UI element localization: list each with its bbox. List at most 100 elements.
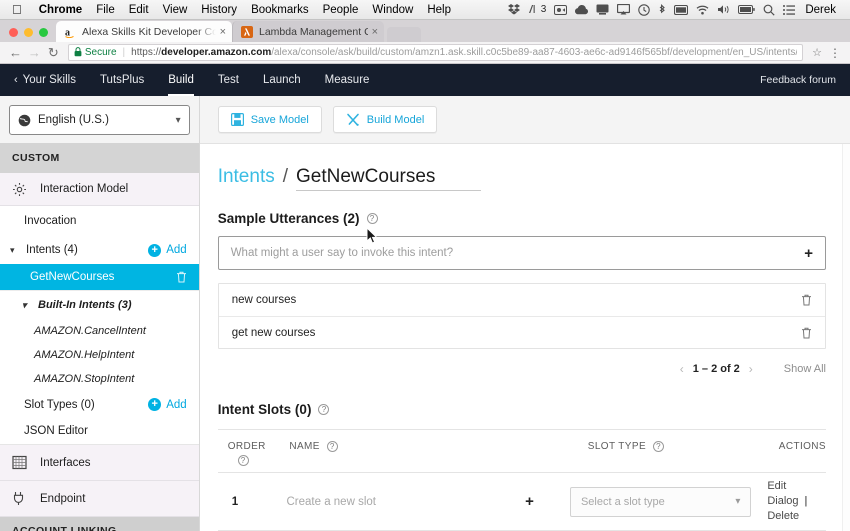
battery-icon[interactable]: [734, 5, 759, 14]
bluetooth-icon[interactable]: [654, 3, 670, 16]
display-icon[interactable]: [592, 4, 613, 15]
save-model-button[interactable]: Save Model: [217, 106, 322, 133]
add-intent-button[interactable]: + Add: [148, 243, 187, 257]
pager-next-button[interactable]: ›: [740, 362, 762, 376]
menu-user-name[interactable]: Derek: [799, 4, 844, 16]
help-icon[interactable]: ?: [366, 213, 378, 224]
sidebar-group-builtin-intents[interactable]: ▾ Built-In Intents (3): [0, 291, 199, 319]
help-icon[interactable]: ?: [653, 441, 665, 452]
back-button[interactable]: ←: [6, 45, 25, 60]
menu-people[interactable]: People: [316, 4, 366, 16]
keyboard-icon[interactable]: [670, 4, 692, 15]
close-tab-icon[interactable]: ×: [220, 26, 226, 38]
intent-name-field[interactable]: GetNewCourses: [296, 166, 482, 191]
sidebar-item-cancel-intent[interactable]: AMAZON.CancelIntent: [0, 319, 199, 343]
intent-slots-heading: Intent Slots (0) ?: [218, 402, 826, 417]
slot-type-select[interactable]: Select a slot type ▾: [569, 486, 752, 517]
utterance-input[interactable]: What might a user say to invoke this int…: [217, 236, 826, 270]
chevron-down-icon[interactable]: ▾: [22, 300, 31, 311]
reload-button[interactable]: ↻: [44, 45, 63, 61]
menu-help[interactable]: Help: [420, 4, 458, 16]
chevron-down-icon[interactable]: ▾: [10, 245, 19, 256]
add-slot-icon[interactable]: +: [525, 493, 534, 510]
minimize-window-button[interactable]: [24, 28, 33, 37]
feedback-forum-link[interactable]: Feedback forum: [760, 74, 850, 86]
volume-icon[interactable]: [713, 4, 734, 15]
browser-omnibox-bar: ← → ↻ Secure | https://developer.amazon.…: [0, 42, 850, 64]
slot-name-input[interactable]: Create a new slot +: [286, 493, 569, 510]
menu-history[interactable]: History: [194, 4, 244, 16]
sidebar-group-label: Built-In Intents (3): [38, 299, 132, 311]
tab-build[interactable]: Build: [156, 64, 206, 96]
delete-intent-icon[interactable]: [176, 271, 187, 283]
list-item[interactable]: get new courses: [218, 316, 825, 348]
breadcrumb-separator: /: [282, 166, 289, 187]
utterance-input-placeholder: What might a user say to invoke this int…: [230, 247, 454, 259]
spotlight-search-icon[interactable]: [759, 4, 779, 16]
notification-center-icon[interactable]: [779, 4, 799, 15]
sidebar-item-help-intent[interactable]: AMAZON.HelpIntent: [0, 343, 199, 367]
sidebar-item-json-editor[interactable]: JSON Editor: [0, 418, 199, 444]
column-slot-type-label: SLOT TYPE: [587, 441, 647, 452]
help-icon[interactable]: ?: [326, 441, 338, 452]
add-utterance-icon[interactable]: +: [804, 245, 813, 262]
delete-slot-link[interactable]: Delete: [767, 510, 799, 522]
intent-slots-table: ORDER ? NAME ? SLOT TYPE ? ACTIONS 1 Cre…: [217, 429, 826, 531]
dropbox-icon[interactable]: [504, 4, 524, 15]
airplay-icon[interactable]: [613, 4, 634, 15]
menu-bookmarks[interactable]: Bookmarks: [244, 4, 316, 16]
edit-dialog-link[interactable]: Edit Dialog: [767, 480, 798, 507]
sidebar-item-getnewcourses[interactable]: GetNewCourses: [0, 264, 199, 291]
menu-view[interactable]: View: [156, 4, 195, 16]
sidebar-item-stop-intent[interactable]: AMAZON.StopIntent: [0, 367, 199, 391]
browser-tab-inactive[interactable]: Lambda Management Console ×: [232, 21, 384, 42]
help-icon[interactable]: ?: [318, 404, 330, 415]
sidebar-item-interfaces[interactable]: Interfaces: [0, 445, 199, 481]
language-select[interactable]: English (U.S.) ▾: [9, 105, 190, 135]
breadcrumb-intents-link[interactable]: Intents: [218, 166, 275, 188]
menu-edit[interactable]: Edit: [122, 4, 156, 16]
interfaces-grid-icon: [12, 455, 32, 470]
sidebar-item-intents[interactable]: ▾ Intents (4) + Add: [0, 236, 199, 264]
nav-your-skills[interactable]: ‹ Your Skills: [10, 64, 88, 96]
star-icon[interactable]: ☆: [808, 46, 826, 59]
tab-measure[interactable]: Measure: [313, 64, 382, 96]
build-model-button[interactable]: Build Model: [332, 106, 438, 133]
new-tab-button[interactable]: [387, 27, 421, 42]
show-all-button[interactable]: Show All: [784, 363, 826, 375]
sidebar-item-invocation[interactable]: Invocation: [0, 206, 199, 236]
address-bar[interactable]: Secure | https://developer.amazon.com/al…: [67, 44, 804, 61]
tab-test[interactable]: Test: [206, 64, 251, 96]
close-tab-icon[interactable]: ×: [372, 26, 378, 38]
time-machine-icon[interactable]: [634, 3, 654, 16]
vertical-scrollbar[interactable]: [842, 144, 850, 531]
tab-launch[interactable]: Launch: [251, 64, 313, 96]
sidebar-item-endpoint[interactable]: Endpoint: [0, 481, 199, 517]
forward-button[interactable]: →: [25, 45, 44, 60]
sidebar-item-interaction-model[interactable]: Interaction Model: [0, 173, 199, 206]
little-snitch-icon[interactable]: 3: [524, 4, 551, 15]
alexa-top-nav: ‹ Your Skills TutsPlus Build Test Launch…: [0, 64, 850, 96]
apple-logo-icon[interactable]: : [12, 3, 22, 16]
menu-chrome[interactable]: Chrome: [32, 4, 89, 16]
nav-skill-name[interactable]: TutsPlus: [88, 64, 156, 96]
list-item[interactable]: new courses: [219, 284, 825, 316]
browser-tab-active[interactable]: a Alexa Skills Kit Developer Con ×: [56, 21, 232, 42]
menu-file[interactable]: File: [89, 4, 122, 16]
kebab-menu-icon[interactable]: ⋮: [826, 46, 844, 60]
help-icon[interactable]: ?: [237, 455, 249, 466]
screen-record-icon[interactable]: [550, 4, 571, 15]
close-window-button[interactable]: [9, 28, 18, 37]
add-slot-type-button[interactable]: + Add: [148, 398, 187, 411]
wifi-icon[interactable]: [692, 5, 713, 15]
amazon-favicon-icon: a: [64, 26, 76, 38]
delete-utterance-icon[interactable]: [801, 327, 812, 339]
sidebar-item-slot-types[interactable]: Slot Types (0) + Add: [0, 391, 199, 418]
delete-utterance-icon[interactable]: [801, 294, 812, 306]
maximize-window-button[interactable]: [39, 28, 48, 37]
url-path: /alexa/console/ask/build/custom/amzn1.as…: [271, 47, 798, 58]
pager-prev-button[interactable]: ‹: [671, 362, 693, 376]
cloudapp-icon[interactable]: [571, 4, 592, 15]
table-header-row: ORDER ? NAME ? SLOT TYPE ? ACTIONS: [217, 429, 826, 473]
menu-window[interactable]: Window: [365, 4, 420, 16]
